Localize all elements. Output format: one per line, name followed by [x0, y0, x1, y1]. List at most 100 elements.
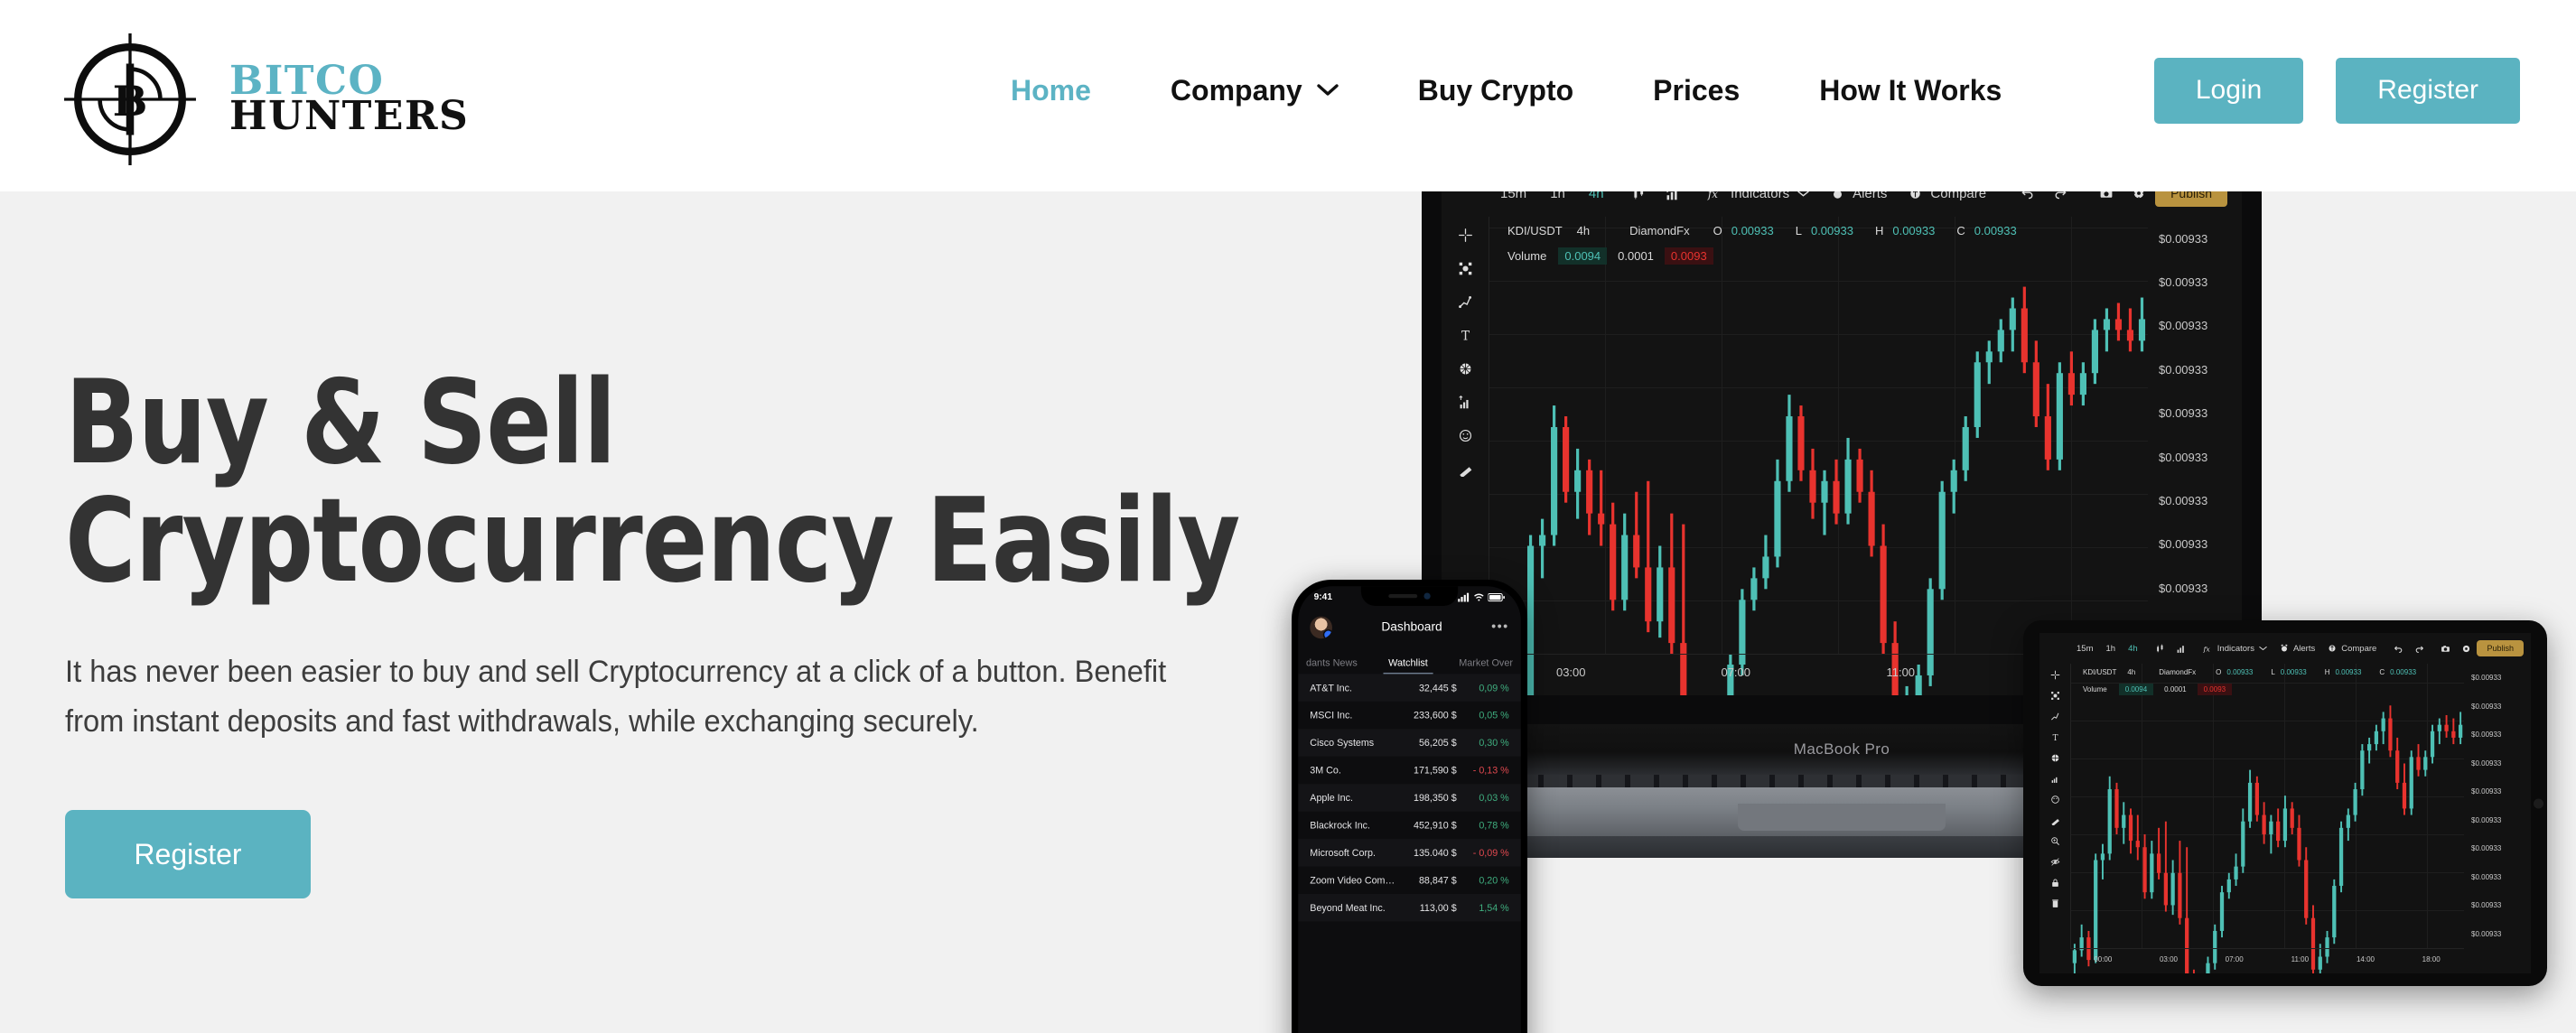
hero-title-line1: Buy & Sell: [65, 356, 616, 490]
undo-icon[interactable]: [2388, 644, 2409, 654]
watchlist-row-name: Blackrock Inc.: [1310, 819, 1371, 832]
compare-label: Compare: [1930, 191, 1987, 201]
emoji-icon[interactable]: [1458, 428, 1473, 443]
ruler-icon[interactable]: [1458, 461, 1473, 477]
logo-text-secondary: HUNTERS: [229, 93, 470, 139]
timeframe-1h[interactable]: 1h: [1538, 191, 1577, 201]
crosshair-icon[interactable]: [2050, 670, 2060, 680]
watchlist-row[interactable]: 3M Co. 171,590 $ - 0,13 %: [1298, 757, 1521, 784]
compare-button-tablet[interactable]: Compare: [2321, 644, 2383, 654]
hero-section: Buy & Sell Cryptocurrency Easily It has …: [0, 191, 2576, 1033]
measure-icon[interactable]: [2050, 774, 2060, 784]
watchlist-row[interactable]: AT&T Inc. 32,445 $ 0,09 %: [1298, 674, 1521, 702]
watchlist-row-price: 88,847 $: [1418, 874, 1457, 887]
timeframe-15m[interactable]: 15m: [1489, 191, 1538, 201]
laptop-model-label: MacBook Pro: [1793, 740, 1890, 758]
camera-icon[interactable]: [2435, 644, 2456, 654]
timeframe-4h[interactable]: 4h: [1577, 191, 1616, 201]
svg-text:fx: fx: [1707, 191, 1718, 200]
watchlist-row[interactable]: Microsoft Corp. 135.040 $ - 0,09 %: [1298, 839, 1521, 867]
candles-svg-tablet: [2072, 705, 2463, 973]
watchlist-row[interactable]: Cisco Systems 56,205 $ 0,30 %: [1298, 729, 1521, 757]
undo-icon[interactable]: [2011, 191, 2044, 200]
logo[interactable]: B BITCO HUNTERS: [61, 31, 469, 168]
redo-icon[interactable]: [2409, 644, 2430, 654]
hero-register-button[interactable]: Register: [65, 810, 311, 899]
publish-button[interactable]: Publish: [2155, 191, 2227, 207]
price-tick: $0.00933: [2159, 406, 2208, 421]
camera-icon[interactable]: [2090, 191, 2123, 200]
watchlist-row[interactable]: Beyond Meat Inc. 113,00 $ 1,54 %: [1298, 894, 1521, 922]
status-time: 9:41: [1313, 592, 1332, 602]
time-axis-tablet: 00:00 03:00 07:00 11:00 14:00 18:00: [2070, 948, 2464, 973]
bar-chart-icon[interactable]: [2170, 644, 2191, 654]
compare-button[interactable]: Compare: [1898, 191, 1997, 201]
price-tick: $0.00933: [2471, 731, 2502, 740]
shapes-icon[interactable]: [1458, 261, 1473, 276]
time-tick: 03:00: [2159, 955, 2179, 963]
svg-text:fx: fx: [2203, 645, 2210, 653]
price-tick: $0.00933: [2159, 450, 2208, 464]
indicators-button-tablet[interactable]: fx Indicators: [2197, 644, 2273, 654]
watchlist-row[interactable]: Blackrock Inc. 452,910 $ 0,78 %: [1298, 812, 1521, 839]
watchlist-row[interactable]: Zoom Video Commu… 88,847 $ 0,20 %: [1298, 867, 1521, 894]
price-tick: $0.00933: [2471, 844, 2502, 853]
gear-icon[interactable]: [2456, 644, 2477, 654]
watchlist-row[interactable]: MSCI Inc. 233,600 $ 0,05 %: [1298, 702, 1521, 729]
globe-icon[interactable]: [1458, 361, 1473, 377]
register-button[interactable]: Register: [2336, 57, 2520, 124]
text-icon[interactable]: T: [1458, 328, 1473, 343]
nav-item-company[interactable]: Company: [1131, 74, 1378, 107]
more-options-icon[interactable]: •••: [1491, 619, 1509, 634]
crosshair-icon[interactable]: [1458, 228, 1473, 243]
publish-button-tablet[interactable]: Publish: [2477, 640, 2524, 656]
candlestick-plot-tablet[interactable]: KDI/USDT 4h DiamondFx O 0.00933 L 0.0093…: [2070, 664, 2464, 973]
trash-icon[interactable]: [2050, 898, 2060, 908]
emoji-icon[interactable]: [2050, 795, 2060, 805]
zoom-icon[interactable]: [2050, 836, 2060, 846]
candles-icon[interactable]: [1622, 191, 1656, 201]
shapes-icon[interactable]: [2050, 691, 2060, 701]
nav-item-prices[interactable]: Prices: [1613, 74, 1779, 107]
login-button[interactable]: Login: [2153, 57, 2304, 124]
watchlist-row-change: - 0,09 %: [1472, 846, 1509, 859]
timeframe-4h-tablet[interactable]: 4h: [2122, 644, 2144, 654]
candlestick-plot[interactable]: KDI/USDT 4h DiamondFx O 0.00933 L 0.0093…: [1489, 217, 2148, 695]
tab-watchlist[interactable]: Watchlist: [1383, 657, 1433, 675]
price-tick: $0.00933: [2159, 231, 2208, 246]
eye-off-icon[interactable]: [2050, 857, 2060, 867]
measure-icon[interactable]: [1458, 395, 1473, 410]
timeframe-15m-tablet[interactable]: 15m: [2070, 644, 2099, 654]
price-tick: $0.00933: [2159, 537, 2208, 552]
indicators-button[interactable]: fx Indicators: [1696, 191, 1820, 201]
watchlist-row-price: 56,205 $: [1418, 737, 1457, 749]
candles-icon[interactable]: [2150, 644, 2170, 654]
ruler-icon[interactable]: [2050, 815, 2060, 825]
alarm-icon: [2281, 644, 2288, 652]
tab-news[interactable]: dants News: [1301, 657, 1362, 675]
nav-item-how-it-works[interactable]: How It Works: [1779, 74, 2041, 107]
text-icon[interactable]: T: [2050, 732, 2060, 742]
main-navigation: Home Company Buy Crypto Prices How It Wo…: [971, 0, 2041, 181]
watchlist-row-change: - 0,13 %: [1472, 764, 1509, 777]
tab-market-overview[interactable]: Market Over: [1453, 657, 1517, 675]
alerts-button-tablet[interactable]: Alerts: [2273, 644, 2321, 654]
redo-icon[interactable]: [2044, 191, 2077, 200]
watchlist-row-change: 0,03 %: [1479, 791, 1509, 804]
battery-icon: [1488, 592, 1505, 602]
trendline-icon[interactable]: [2050, 712, 2060, 721]
bar-chart-icon[interactable]: [1656, 191, 1689, 201]
watchlist-row-name: Beyond Meat Inc.: [1310, 901, 1386, 914]
lock-icon[interactable]: [2050, 878, 2060, 888]
globe-icon[interactable]: [2050, 753, 2060, 763]
trendline-icon[interactable]: [1458, 294, 1473, 310]
phone-page-title: Dashboard: [1381, 619, 1442, 635]
watchlist-row[interactable]: Apple Inc. 198,350 $ 0,03 %: [1298, 784, 1521, 812]
gear-icon[interactable]: [2123, 191, 2155, 200]
alerts-button[interactable]: Alerts: [1820, 191, 1898, 201]
nav-item-buy-crypto[interactable]: Buy Crypto: [1378, 74, 1613, 107]
nav-item-home[interactable]: Home: [971, 74, 1131, 107]
timeframe-1h-tablet[interactable]: 1h: [2099, 644, 2122, 654]
avatar[interactable]: [1310, 615, 1332, 638]
watchlist-row-name: AT&T Inc.: [1310, 682, 1352, 694]
